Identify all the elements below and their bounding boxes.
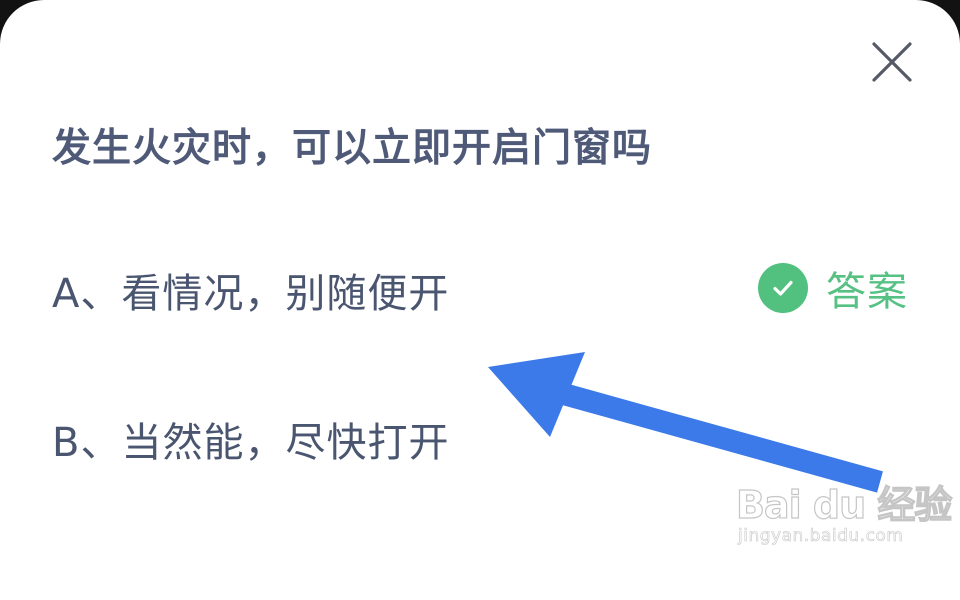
question-title: 发生火灾时，可以立即开启门窗吗 xyxy=(52,126,653,171)
answer-badge: 答案 xyxy=(758,260,908,316)
option-a[interactable]: A、看情况，别随便开 答案 xyxy=(52,253,912,323)
quiz-card: 发生火灾时，可以立即开启门窗吗 A、看情况，别随便开 答案 B、当然能，尽快打开 xyxy=(0,0,960,600)
check-circle-icon xyxy=(758,263,808,313)
option-a-text: A、看情况，别随便开 xyxy=(52,271,450,317)
close-icon xyxy=(872,42,912,82)
option-b[interactable]: B、当然能，尽快打开 xyxy=(52,402,912,472)
option-b-text: B、当然能，尽快打开 xyxy=(52,420,450,466)
answer-label: 答案 xyxy=(826,269,908,315)
close-button[interactable] xyxy=(866,36,918,88)
